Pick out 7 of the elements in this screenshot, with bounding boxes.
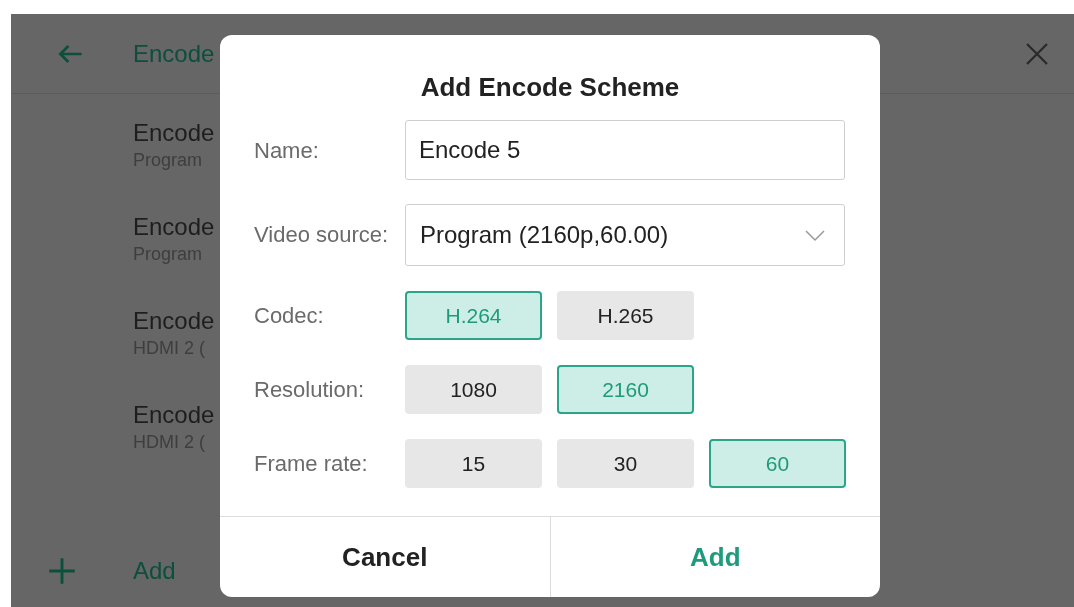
field-label: Video source: [254,221,390,249]
field-label: Frame rate: [254,450,369,478]
field-label: Resolution: [254,376,366,404]
page-title: Encode [133,38,215,69]
field-label: Codec: [254,302,325,330]
dialog-title: Add Encode Scheme [419,71,681,104]
field-label: Name: [254,136,320,165]
